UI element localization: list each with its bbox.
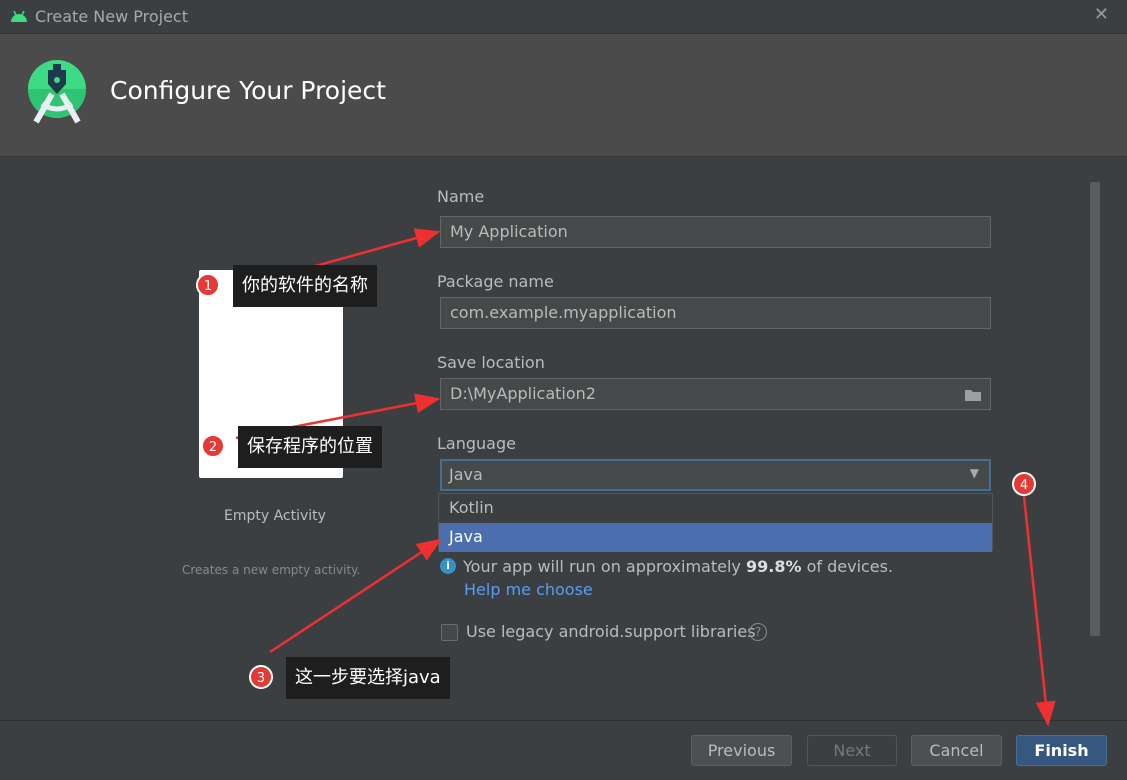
name-label: Name [437, 187, 485, 206]
annotation-badge-1: 1 [196, 273, 220, 297]
annotation-note-2: 保存程序的位置 [238, 426, 382, 468]
close-button[interactable]: ✕ [1094, 4, 1109, 25]
save-location-input[interactable]: D:\MyApplication2 [440, 378, 991, 410]
info-icon: i [440, 558, 456, 574]
save-location-value: D:\MyApplication2 [450, 384, 596, 403]
window-title: Create New Project [35, 7, 188, 26]
info-prefix: Your app will run on approximately [463, 557, 746, 576]
android-studio-logo-icon [28, 60, 86, 124]
language-dropdown: Kotlin Java [438, 493, 993, 552]
option-java[interactable]: Java [439, 523, 992, 552]
name-input[interactable]: My Application [440, 216, 991, 248]
save-location-label: Save location [437, 353, 545, 372]
info-percent: 99.8% [745, 557, 802, 576]
arrow-4 [1022, 495, 1056, 727]
page-title: Configure Your Project [110, 76, 386, 105]
template-description: Creates a new empty activity. [182, 563, 361, 577]
annotation-note-1: 你的软件的名称 [233, 265, 377, 307]
option-kotlin[interactable]: Kotlin [439, 494, 992, 523]
language-select[interactable]: Java ▼ [440, 459, 991, 491]
help-icon[interactable]: ? [749, 623, 767, 641]
android-icon [11, 10, 27, 22]
finish-button[interactable]: Finish [1016, 735, 1107, 766]
package-name-input[interactable]: com.example.myapplication [440, 297, 991, 329]
device-coverage-text: Your app will run on approximately 99.8%… [463, 557, 893, 576]
language-label: Language [437, 434, 516, 453]
chevron-down-icon: ▼ [969, 466, 979, 480]
cancel-button[interactable]: Cancel [911, 735, 1002, 766]
legacy-label: Use legacy android.support libraries [466, 622, 756, 641]
previous-button[interactable]: Previous [691, 735, 792, 766]
help-me-choose-link[interactable]: Help me choose [464, 580, 593, 599]
template-name: Empty Activity [224, 508, 326, 524]
next-button[interactable]: Next [807, 735, 897, 766]
package-name-label: Package name [437, 272, 554, 291]
annotation-badge-3: 3 [249, 665, 273, 689]
annotation-badge-2: 2 [201, 434, 225, 458]
arrow-3 [269, 538, 443, 654]
header: Configure Your Project [0, 34, 1127, 157]
info-suffix: of devices. [801, 557, 894, 576]
language-value: Java [449, 465, 483, 484]
title-bar: Create New Project ✕ [0, 0, 1127, 34]
legacy-checkbox[interactable] [441, 624, 458, 641]
folder-icon[interactable] [964, 388, 982, 401]
annotation-badge-4: 4 [1012, 472, 1036, 496]
scrollbar[interactable] [1090, 182, 1100, 636]
annotation-note-3: 这一步要选择java [286, 657, 450, 699]
